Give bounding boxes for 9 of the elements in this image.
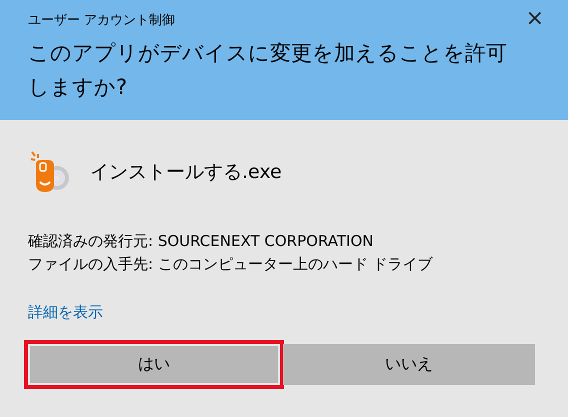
no-button[interactable]: いいえ xyxy=(283,344,535,385)
close-button[interactable]: × xyxy=(522,8,548,30)
detail-text: ファイルの入手先: このコンピューター上のハード ドライブ xyxy=(28,254,434,275)
detail-text: 確認済みの発行元: SOURCENEXT CORPORATION xyxy=(28,231,374,252)
window-title: ユーザー アカウント制御 xyxy=(28,12,176,29)
mouse-and-disc-icon xyxy=(28,150,72,194)
question-text: このアプリがデバイスに変更を加えることを許可しますか? xyxy=(28,40,508,101)
program-name: インストールする.exe xyxy=(90,160,282,185)
details-link[interactable]: 詳細を表示 xyxy=(28,303,103,322)
